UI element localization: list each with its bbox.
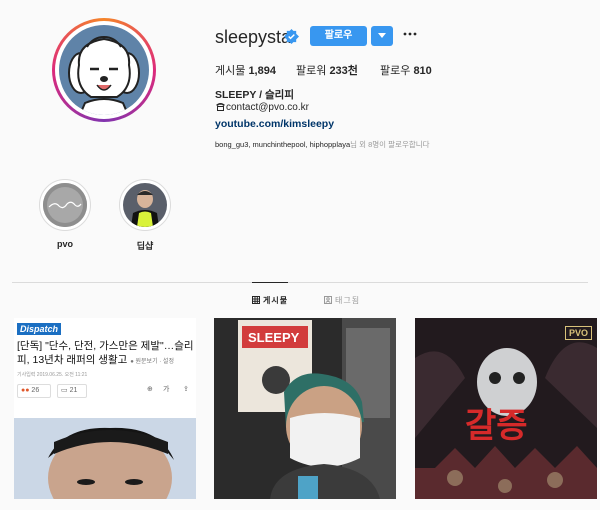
posts-count: 게시물 1,894 (215, 65, 276, 77)
profile-username: sleepysta (215, 27, 292, 47)
news-source: ● 원문보기 · 설정 (130, 359, 174, 365)
dog-avatar-image (59, 25, 149, 115)
album-title: 갈증 (465, 406, 528, 446)
highlight-ring (119, 179, 171, 231)
chevron-down-icon (378, 33, 386, 38)
poster-text: SLEEPY (248, 330, 300, 345)
comment-icon: ▭ (61, 387, 68, 394)
highlight-dipshop[interactable]: 딥샵 (119, 179, 171, 252)
tabs-divider (12, 282, 588, 283)
share-icon: ⇪ (183, 386, 189, 393)
profile-display-name: SLEEPY / 슬리피 (215, 89, 294, 101)
tab-tagged[interactable]: 태그됨 (324, 295, 360, 306)
globe-icon: ⊕ (147, 386, 153, 393)
post-news-screenshot[interactable]: Dispatch [단독] "단수, 단전, 가스만은 제발"…슬리피, 13년… (14, 318, 196, 499)
follow-button[interactable]: 팔로우 (310, 26, 367, 46)
tab-posts[interactable]: 게시물 (252, 295, 288, 306)
profile-avatar[interactable] (52, 18, 156, 122)
suggested-accounts-dropdown-button[interactable] (371, 26, 393, 46)
news-photo (14, 418, 196, 499)
dispatch-logo: Dispatch (17, 323, 62, 335)
highlight-label: pvo (56, 239, 73, 249)
tagged-icon (324, 296, 332, 304)
more-options-icon[interactable] (403, 29, 417, 39)
news-reactions: ●● 26 ▭ 21 ⊕ 가 ⇪ (17, 384, 196, 398)
following-count[interactable]: 팔로우 810 (380, 62, 432, 78)
followers-count[interactable]: 팔로워 233천 (296, 62, 358, 78)
avatar-border (55, 21, 153, 119)
highlight-label: 딥샵 (136, 241, 154, 251)
followed-by-text[interactable]: bong_gu3, munchinthepool, hiphopplaya님 외… (215, 139, 430, 150)
highlight-pvo[interactable]: pvo (39, 179, 91, 249)
news-headline: [단독] "단수, 단전, 가스만은 제발"…슬리피, 13년차 래퍼의 생활고… (17, 340, 194, 366)
dipshop-highlight-image (123, 183, 167, 227)
comment-count: ▭ 21 (57, 384, 87, 398)
reaction-count: ●● 26 (17, 384, 51, 398)
font-size-icon: 가 (163, 386, 170, 393)
album-logo: PVO (565, 326, 593, 340)
phone-icon (216, 103, 225, 111)
news-timestamp: 기사입력 2019.06.25. 오전 11:21 (17, 372, 88, 378)
post-studio-selfie[interactable]: SLEEPY (214, 318, 396, 499)
post-album-cover[interactable]: 갈증 PVO (415, 318, 597, 499)
active-tab-indicator (252, 282, 288, 283)
profile-contact: contact@pvo.co.kr (215, 102, 309, 113)
grid-icon (252, 296, 260, 304)
pvo-highlight-image (43, 183, 87, 227)
highlight-ring (39, 179, 91, 231)
reaction-emoji-icon: ●● (21, 387, 30, 394)
profile-website-link[interactable]: youtube.com/kimsleepy (215, 118, 334, 130)
verified-badge-icon (284, 29, 299, 44)
